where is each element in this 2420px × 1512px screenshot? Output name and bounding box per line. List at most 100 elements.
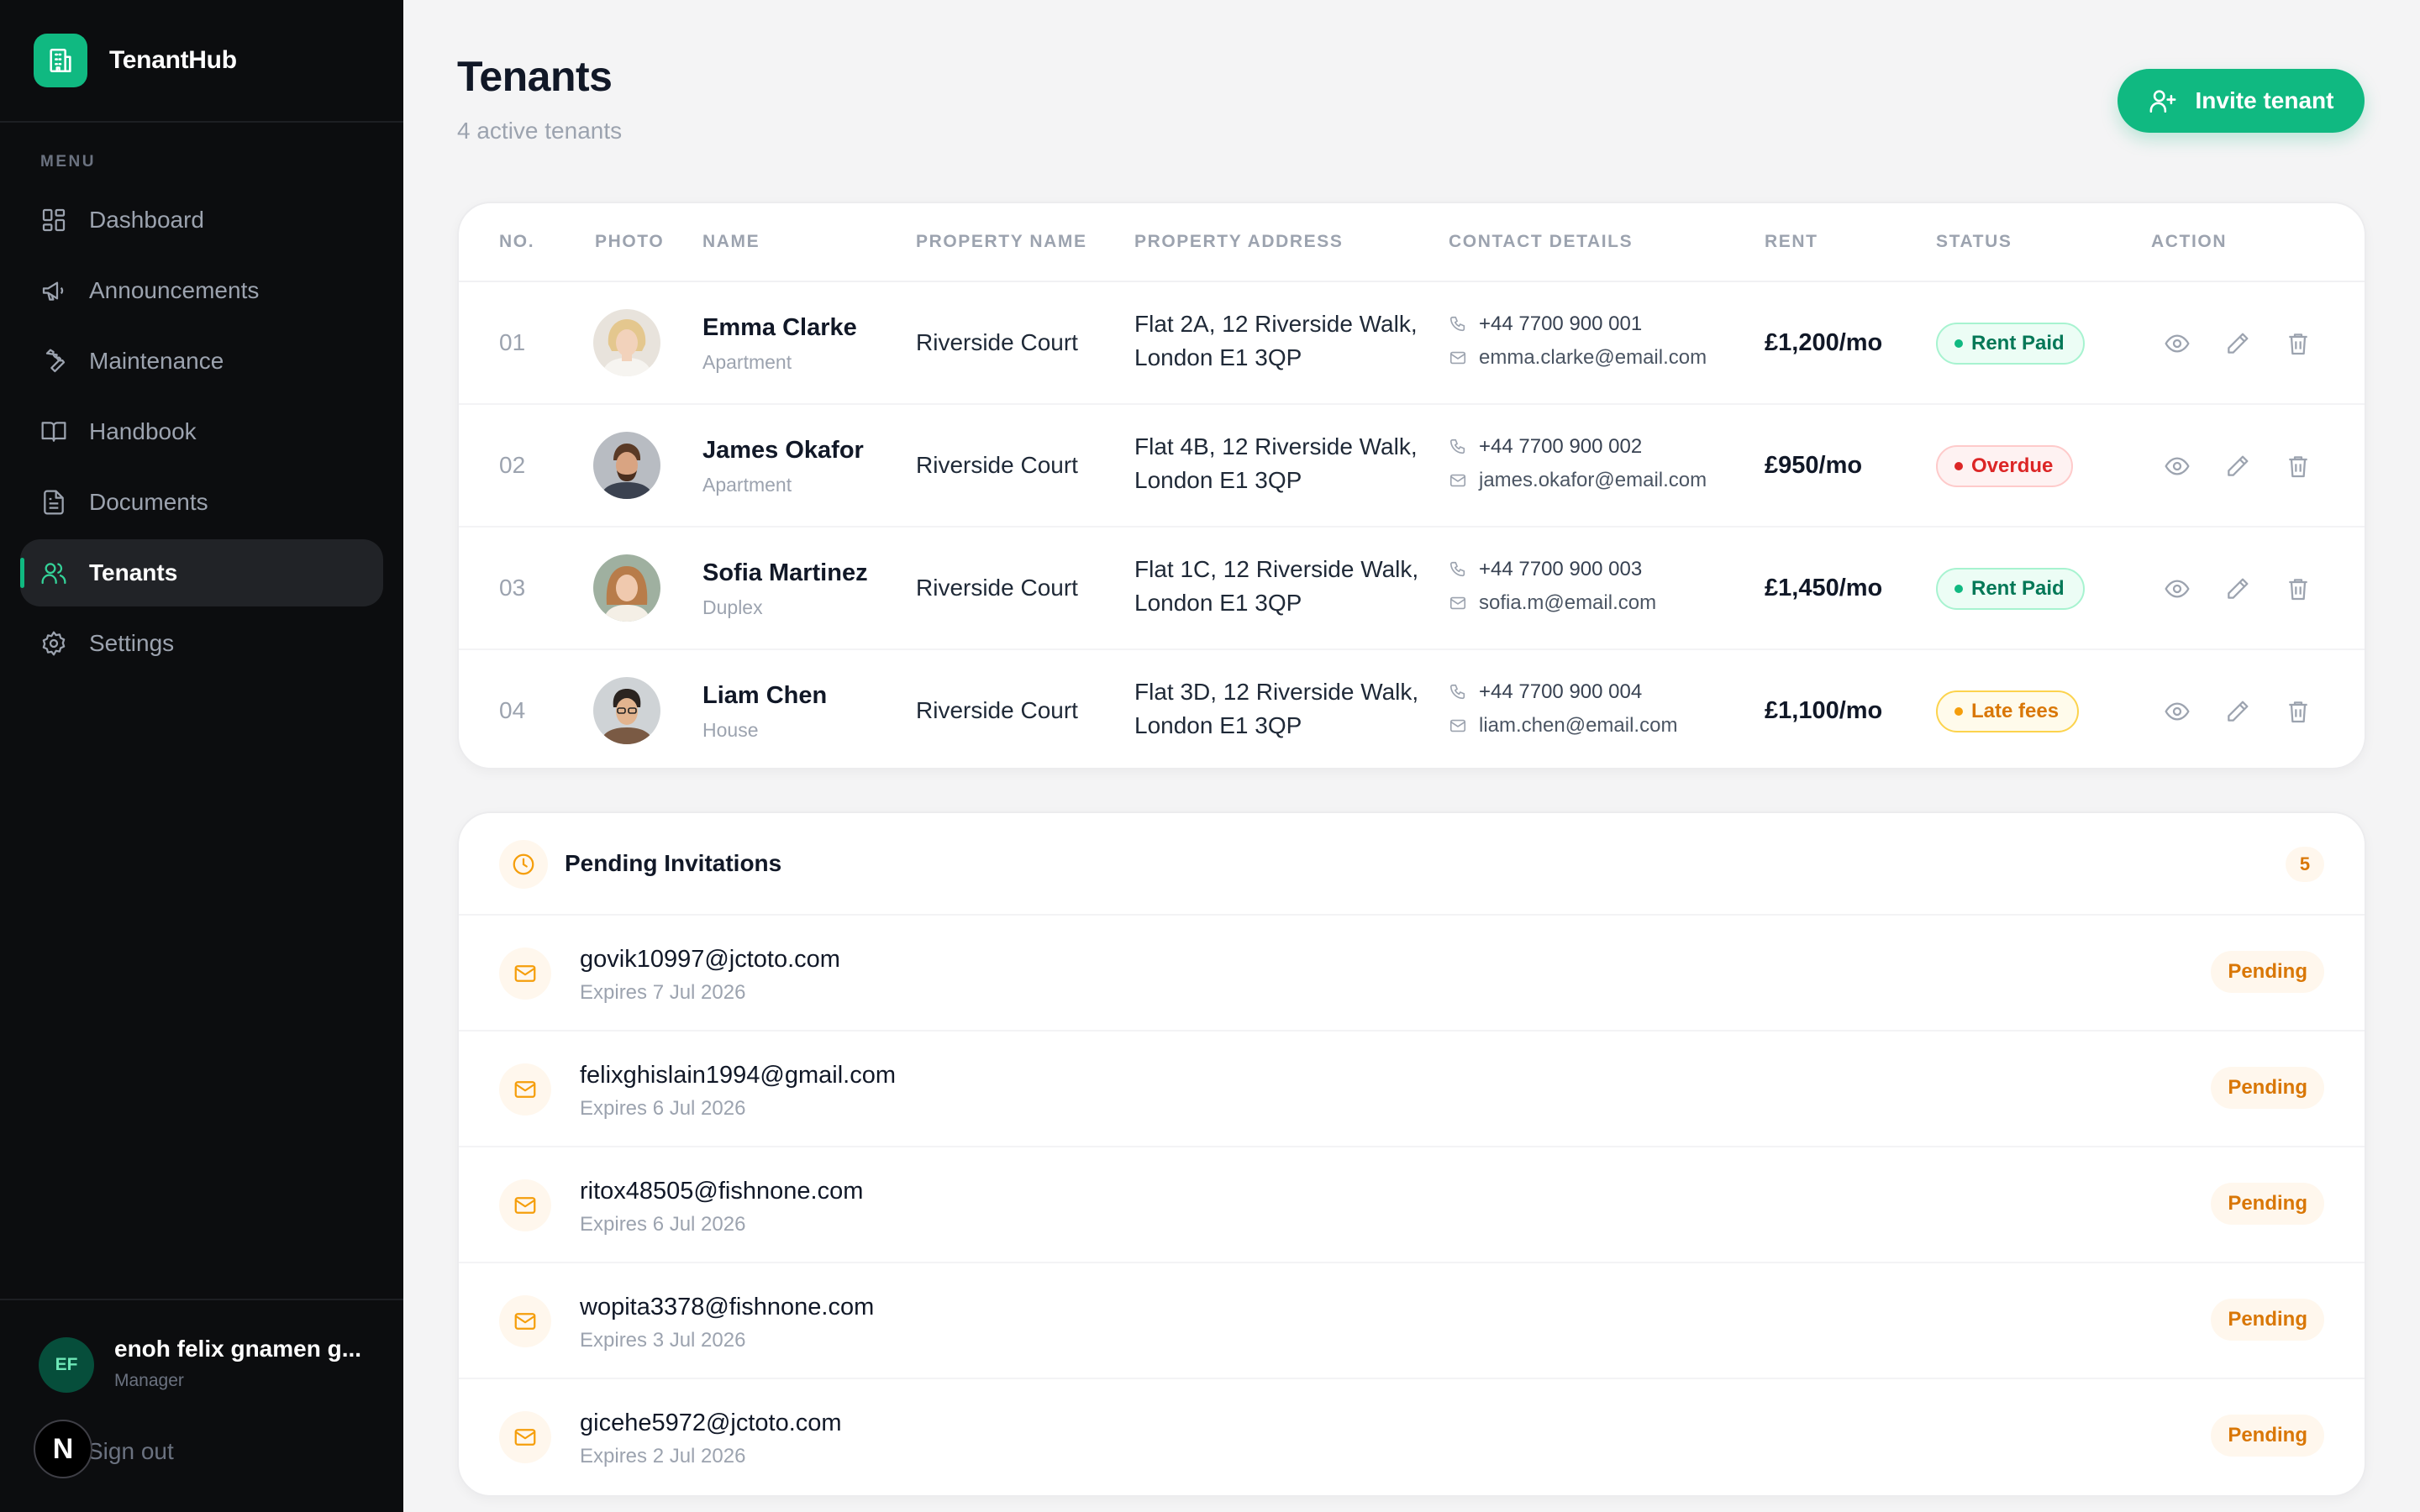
sidebar-item-announcements[interactable]: Announcements (20, 257, 383, 324)
dashboard-icon (42, 208, 66, 232)
status-badge: Late fees (1936, 690, 2080, 732)
mail-icon (499, 1179, 551, 1231)
avatar[interactable]: EF (39, 1337, 94, 1393)
view-icon[interactable] (2161, 328, 2193, 360)
status-badge: Pending (2211, 1067, 2324, 1109)
table-row[interactable]: 02 James Okafor Apartment Riverside Cour… (459, 405, 2365, 528)
sidebar-item-documents[interactable]: Documents (20, 469, 383, 536)
status-badge: Pending (2211, 1183, 2324, 1225)
list-item[interactable]: gicehe5972@jctoto.com Expires 2 Jul 2026… (459, 1379, 2365, 1495)
property-type: Apartment (702, 351, 792, 373)
app-name: TenantHub (109, 46, 237, 74)
sidebar-item-dashboard[interactable]: Dashboard (20, 186, 383, 254)
table-row[interactable]: 01 Emma Clarke Apartment Riverside Court… (459, 282, 2365, 405)
edit-icon[interactable] (2222, 696, 2254, 727)
mail-icon (499, 1295, 551, 1347)
mail-icon (1449, 596, 1466, 610)
edit-icon[interactable] (2222, 328, 2254, 360)
phone-number: +44 7700 900 001 (1479, 312, 1643, 335)
email-address[interactable]: sofia.m@email.com (1479, 591, 1656, 615)
tenant-name: Liam Chen (702, 682, 828, 709)
sidebar-divider (0, 121, 403, 123)
status-label: Rent Paid (1971, 577, 2065, 600)
status-label: Overdue (1971, 454, 2054, 477)
list-item[interactable]: ritox48505@fishnone.com Expires 6 Jul 20… (459, 1147, 2365, 1263)
view-icon[interactable] (2161, 450, 2193, 482)
sidebar-nav: Dashboard Announcements Maintenance Hand… (20, 186, 383, 680)
sidebar-item-tenants[interactable]: Tenants (20, 539, 383, 606)
delete-icon[interactable] (2282, 450, 2314, 482)
table-row[interactable]: 03 Sofia Martinez Duplex Riverside Court… (459, 528, 2365, 650)
invite-tenant-label: Invite tenant (2195, 87, 2334, 113)
mail-icon (1449, 474, 1466, 487)
view-icon[interactable] (2161, 573, 2193, 605)
phone-icon (1449, 438, 1465, 454)
sidebar-item-settings[interactable]: Settings (20, 610, 383, 677)
column-header-status: STATUS (1936, 232, 2012, 251)
tenants-table: NO. PHOTO NAME PROPERTY NAME PROPERTY AD… (457, 202, 2366, 769)
list-item[interactable]: felixghislain1994@gmail.com Expires 6 Ju… (459, 1032, 2365, 1147)
contact-phone: +44 7700 900 003 (1449, 558, 1642, 581)
gear-icon (42, 631, 66, 656)
megaphone-icon (42, 281, 64, 301)
phone-icon (1449, 316, 1465, 332)
sidebar-item-maintenance[interactable]: Maintenance (20, 328, 383, 395)
column-header-contact-details: CONTACT DETAILS (1449, 232, 1634, 251)
mail-icon (499, 1411, 551, 1463)
invitation-expiry: Expires 2 Jul 2026 (580, 1445, 746, 1467)
list-item[interactable]: govik10997@jctoto.com Expires 7 Jul 2026… (459, 916, 2365, 1032)
edit-icon[interactable] (2222, 450, 2254, 482)
property-address: Flat 1C, 12 Riverside Walk, London E1 3Q… (1134, 556, 1419, 616)
pending-invitations-header: Pending Invitations 5 (459, 813, 2365, 916)
user-plus-icon (2149, 90, 2175, 113)
email-address[interactable]: liam.chen@email.com (1479, 714, 1677, 738)
mail-icon (499, 1063, 551, 1116)
property-name: Riverside Court (916, 697, 1078, 723)
property-address: Flat 4B, 12 Riverside Walk, London E1 3Q… (1134, 433, 1418, 493)
delete-icon[interactable] (2282, 573, 2314, 605)
status-badge: Pending (2211, 951, 2324, 993)
status-badge: Rent Paid (1936, 323, 2085, 365)
invitation-email: govik10997@jctoto.com (580, 946, 840, 973)
edit-icon[interactable] (2222, 573, 2254, 605)
building-icon (34, 34, 87, 87)
contact-email: sofia.m@email.com (1449, 591, 1656, 615)
sidebar-item-label: Documents (89, 489, 208, 515)
document-icon (44, 490, 64, 515)
column-header-rent: RENT (1765, 232, 1818, 251)
sign-out-button[interactable]: Sign out (87, 1438, 174, 1465)
tenant-name: Sofia Martinez (702, 559, 868, 586)
email-address[interactable]: james.okafor@email.com (1479, 469, 1707, 492)
rent-amount: £950/mo (1765, 452, 1863, 479)
phone-number: +44 7700 900 003 (1479, 558, 1643, 580)
view-icon[interactable] (2161, 696, 2193, 727)
invitation-email: ritox48505@fishnone.com (580, 1178, 864, 1205)
contact-email: liam.chen@email.com (1449, 714, 1677, 738)
contact-email: james.okafor@email.com (1449, 469, 1707, 492)
sidebar-item-label: Maintenance (89, 348, 224, 374)
clock-icon (499, 840, 548, 889)
contact-phone: +44 7700 900 002 (1449, 435, 1642, 459)
sidebar-item-label: Tenants (89, 559, 178, 585)
invitation-expiry: Expires 6 Jul 2026 (580, 1213, 746, 1236)
email-address[interactable]: emma.clarke@email.com (1479, 346, 1707, 370)
tenant-name: Emma Clarke (702, 314, 857, 341)
tenant-photo (593, 432, 660, 499)
next-dev-badge[interactable]: N (34, 1420, 92, 1478)
row-number: 01 (499, 329, 526, 355)
user-role: Manager (114, 1371, 184, 1390)
tenant-photo (593, 677, 660, 744)
delete-icon[interactable] (2282, 328, 2314, 360)
book-icon (41, 422, 66, 442)
tenant-photo (593, 309, 660, 376)
table-row[interactable]: 04 Liam Chen House Riverside Court Flat … (459, 650, 2365, 773)
delete-icon[interactable] (2282, 696, 2314, 727)
invite-tenant-button[interactable]: Invite tenant (2118, 69, 2365, 133)
sidebar-item-handbook[interactable]: Handbook (20, 398, 383, 465)
brand[interactable]: TenantHub (34, 34, 237, 87)
wrench-icon (45, 349, 66, 373)
status-dot (1954, 462, 1963, 470)
list-item[interactable]: wopita3378@fishnone.com Expires 3 Jul 20… (459, 1263, 2365, 1379)
status-badge: Rent Paid (1936, 568, 2085, 610)
phone-icon (1449, 561, 1465, 577)
